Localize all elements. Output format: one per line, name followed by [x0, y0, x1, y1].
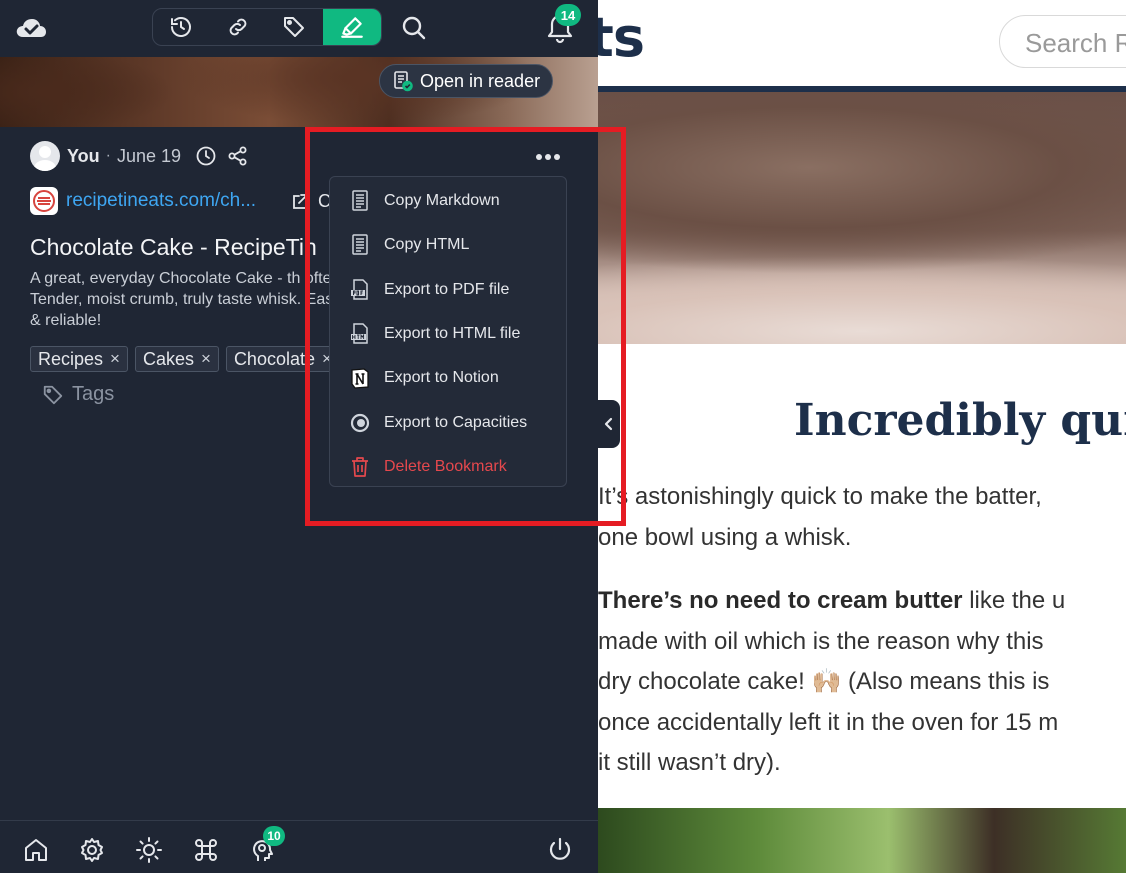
- paragraph-line: It’s astonishingly quick to make the bat…: [598, 483, 1042, 510]
- bookmark-meta: You · June 19: [30, 140, 249, 172]
- html-file-icon: [351, 323, 368, 344]
- bookmark-title[interactable]: Chocolate Cake - RecipeTin: [30, 234, 317, 261]
- command-icon: [195, 839, 217, 861]
- article-heading: Incredibly quic: [794, 395, 1126, 446]
- notification-badge: 14: [555, 4, 581, 26]
- capacities-icon: [350, 413, 370, 432]
- open-in-reader-label: Open in reader: [420, 70, 541, 91]
- collapse-sidebar-button[interactable]: [598, 400, 620, 448]
- menu-item-export-html[interactable]: Export to HTML file: [330, 312, 566, 356]
- pdf-file-icon: [351, 278, 368, 300]
- sidebar-topbar: 14: [0, 0, 598, 57]
- tag-chip: Cakes ×: [134, 346, 219, 372]
- more-icon: [545, 154, 551, 160]
- bookmark-date: June 19: [117, 145, 182, 166]
- menu-item-delete-bookmark[interactable]: Delete Bookmark: [330, 445, 566, 489]
- chevron-left-icon: [604, 417, 613, 431]
- paragraph-line: once accidentally left it in the oven fo…: [598, 708, 1059, 736]
- paragraph-text: like the u: [962, 587, 1066, 614]
- menu-item-label: Delete Bookmark: [384, 457, 507, 475]
- gear-icon: [81, 838, 103, 862]
- paragraph-line: made with oil which is the reason why th…: [598, 627, 1044, 655]
- bold-text: There’s no need to cream butter: [598, 587, 963, 614]
- hints-badge: 10: [263, 826, 285, 846]
- history-icon: [171, 17, 192, 37]
- site-logo[interactable]: ts: [598, 6, 645, 69]
- paragraph-line: There’s no need to cream butter like the…: [598, 581, 1065, 622]
- more-options-button[interactable]: [533, 145, 563, 169]
- tab-history[interactable]: [153, 9, 210, 45]
- tag-icon: [43, 385, 63, 404]
- sidebar-bottombar: [0, 820, 598, 873]
- document-icon: [352, 190, 368, 211]
- clock-icon[interactable]: [195, 145, 217, 167]
- tags-input[interactable]: Tags: [42, 383, 114, 406]
- share-icon[interactable]: [227, 145, 249, 167]
- tag-label: Chocolate: [233, 348, 315, 369]
- tag-list: Recipes × Cakes × Chocolate ×: [30, 346, 340, 372]
- author-name: You: [67, 145, 100, 166]
- tag-label: Recipes: [38, 348, 104, 369]
- source-row: recipetineats.com/ch...: [30, 187, 256, 215]
- more-icon: [554, 154, 560, 160]
- article-image: [598, 808, 1126, 873]
- settings-button[interactable]: [77, 835, 107, 865]
- link-icon: [229, 18, 247, 36]
- menu-item-export-capacities[interactable]: Export to Capacities: [330, 400, 566, 444]
- tag-chip: Chocolate ×: [225, 346, 340, 372]
- theme-toggle[interactable]: [134, 835, 164, 865]
- menu-item-label: Export to Notion: [384, 369, 499, 387]
- trash-icon: [352, 457, 368, 477]
- power-button[interactable]: [545, 835, 575, 865]
- more-icon: [536, 154, 542, 160]
- menu-item-label: Export to PDF file: [384, 280, 510, 298]
- article-paragraph: It’s astonishingly quick to make the bat…: [598, 477, 1042, 558]
- paragraph-line: one bowl using a whisk.: [598, 523, 852, 551]
- tab-tags[interactable]: [266, 9, 323, 45]
- bookmark-description: A great, everyday Chocolate Cake - th of…: [30, 270, 345, 329]
- home-icon: [25, 839, 47, 861]
- menu-item-export-notion[interactable]: Export to Notion: [330, 356, 566, 400]
- meta-separator: ·: [105, 147, 111, 164]
- menu-item-label: Export to HTML file: [384, 325, 521, 343]
- open-in-reader-button[interactable]: Open in reader: [379, 64, 554, 98]
- site-search-input[interactable]: Search R: [999, 15, 1126, 68]
- paragraph-line: dry chocolate cake! 🙌🏼 (Also means this …: [598, 668, 1050, 695]
- menu-item-label: Copy Markdown: [384, 192, 500, 210]
- menu-item-copy-markdown[interactable]: Copy Markdown: [330, 179, 566, 223]
- home-button[interactable]: [21, 835, 51, 865]
- shortcuts-button[interactable]: [191, 835, 221, 865]
- site-favicon: [30, 187, 58, 215]
- notion-icon: [351, 368, 369, 390]
- tags-placeholder: Tags: [72, 383, 115, 405]
- avatar: [30, 141, 60, 171]
- tag-icon: [284, 17, 305, 37]
- power-icon: [549, 837, 571, 860]
- webpage: ts Search R Incredibly quic It’s astonis…: [598, 0, 1126, 873]
- cloud-check-icon[interactable]: [15, 13, 47, 43]
- view-tabs: [152, 8, 382, 46]
- external-link-icon[interactable]: [290, 192, 310, 212]
- tab-highlights[interactable]: [322, 9, 381, 45]
- remove-tag-icon[interactable]: ×: [110, 349, 120, 369]
- article-paragraph: There’s no need to cream butter like the…: [598, 581, 1065, 784]
- tag-chip: Recipes ×: [30, 346, 128, 372]
- tab-links[interactable]: [210, 9, 267, 45]
- remove-tag-icon[interactable]: ×: [201, 349, 211, 369]
- menu-item-export-pdf[interactable]: Export to PDF file: [330, 268, 566, 312]
- recipetin-logo-icon: [33, 190, 55, 212]
- hero-image: [598, 92, 1126, 344]
- search-icon[interactable]: [398, 12, 430, 44]
- source-link[interactable]: recipetineats.com/ch...: [66, 190, 256, 212]
- menu-item-copy-html[interactable]: Copy HTML: [330, 223, 566, 267]
- menu-item-label: Copy HTML: [384, 236, 470, 254]
- paragraph-line: it still wasn’t dry).: [598, 749, 781, 776]
- reader-icon: [394, 71, 413, 92]
- menu-item-label: Export to Capacities: [384, 413, 528, 431]
- bookmark-options-menu: Copy Markdown Copy HTML Export to PDF fi…: [329, 176, 567, 487]
- sun-icon: [136, 837, 162, 863]
- tag-label: Cakes: [142, 348, 194, 369]
- highlighter-icon: [340, 17, 363, 38]
- document-icon: [352, 234, 368, 256]
